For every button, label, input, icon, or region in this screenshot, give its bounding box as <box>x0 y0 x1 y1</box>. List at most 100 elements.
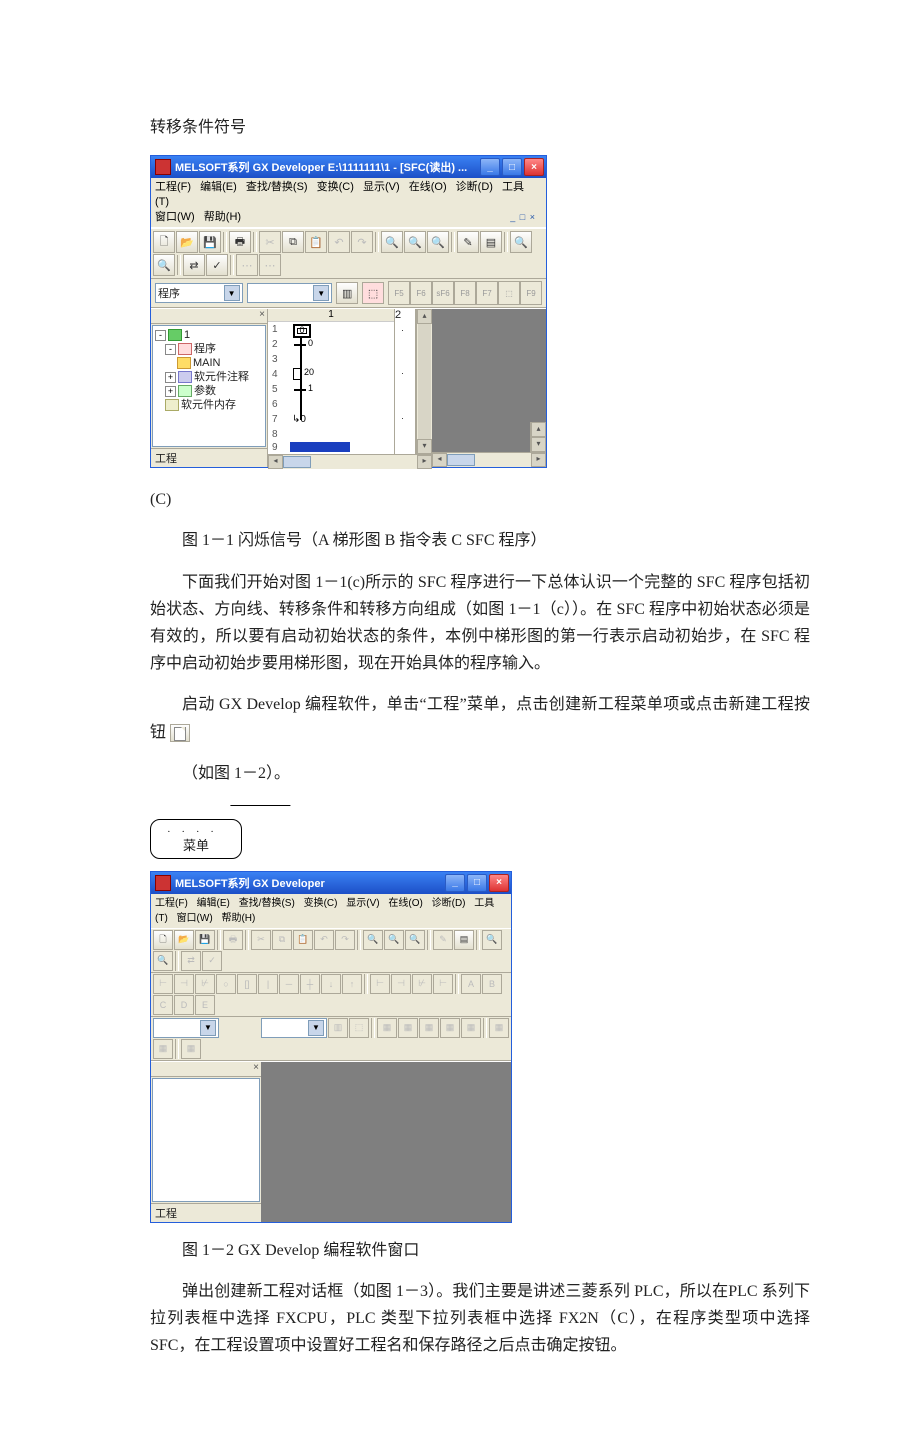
scroll-right-icon[interactable]: ▸ <box>531 453 546 467</box>
main-icon <box>177 357 191 369</box>
scroll-thumb[interactable] <box>283 456 311 468</box>
titlebar[interactable]: MELSOFT系列 GX Developer E:\1111111\1 - [S… <box>151 156 546 178</box>
project-tree-pane: × 工程 <box>151 1062 261 1222</box>
maximize-button[interactable]: □ <box>502 158 522 176</box>
sfc-button[interactable]: ⬚ <box>362 282 384 304</box>
print-button[interactable]: 🖶 <box>229 231 251 253</box>
hscrollbar-left[interactable]: ◂ ▸ <box>268 454 432 469</box>
fkey-f5[interactable]: F5 <box>388 281 410 305</box>
fkey-f9[interactable]: F9 <box>520 281 542 305</box>
ladder-button[interactable]: ▥ <box>336 282 358 304</box>
scroll-down-icon[interactable]: ▾ <box>531 437 546 452</box>
minimize-button[interactable]: _ <box>445 874 465 892</box>
scroll-down-icon[interactable]: ▾ <box>417 439 432 454</box>
zoom-button-1[interactable]: 🔍 <box>381 231 403 253</box>
vscrollbar-left[interactable]: ▴ ▾ <box>416 309 432 454</box>
hscrollbar-right[interactable]: ◂ ▸ <box>432 452 546 467</box>
menu-help[interactable]: 帮助(H) <box>221 913 255 924</box>
minimize-button[interactable]: _ <box>480 158 500 176</box>
tree-tab[interactable]: 工程 <box>151 448 267 467</box>
menu-view[interactable]: 显示(V) <box>346 898 379 909</box>
menu-project[interactable]: 工程(F) <box>155 898 188 909</box>
menu-edit[interactable]: 编辑(E) <box>200 181 237 193</box>
menu-diagnose[interactable]: 诊断(D) <box>456 181 493 193</box>
find-button[interactable]: 🔍 <box>510 231 532 253</box>
tb2-r: D <box>174 995 194 1015</box>
menu-project[interactable]: 工程(F) <box>155 181 191 193</box>
menu-find[interactable]: 查找/替换(S) <box>246 181 308 193</box>
chevron-down-icon: ▼ <box>224 285 240 301</box>
menu-window[interactable]: 窗口(W) <box>177 913 213 924</box>
scroll-thumb[interactable] <box>447 454 475 466</box>
maximize-button[interactable]: □ <box>467 874 487 892</box>
para-new-project-dialog: 弹出创建新工程对话框（如图 1－3）。我们主要是讲述三菱系列 PLC，所以在PL… <box>150 1278 810 1360</box>
sfc-jump[interactable]: ↳0 <box>292 414 306 425</box>
scroll-up-icon[interactable]: ▴ <box>417 309 432 324</box>
menu-online[interactable]: 在线(O) <box>388 898 422 909</box>
menu-convert[interactable]: 变换(C) <box>304 898 338 909</box>
para-fig-ref: （如图 1－2）。 <box>150 760 810 787</box>
fkey-f8[interactable]: F8 <box>454 281 476 305</box>
mdi-controls[interactable]: _ □ × <box>510 210 536 225</box>
scroll-left-icon[interactable]: ◂ <box>432 453 447 467</box>
zoom-button-2[interactable]: 🔍 <box>404 231 426 253</box>
fkey-sf7[interactable]: ⬚ <box>498 281 520 305</box>
monitor-mode-button[interactable]: ▤ <box>480 231 502 253</box>
tree-tab[interactable]: 工程 <box>151 1203 261 1222</box>
open-file-button[interactable]: 📂 <box>176 231 198 253</box>
menu-convert[interactable]: 变换(C) <box>317 181 354 193</box>
new-file-button[interactable]: 🗋 <box>153 231 175 253</box>
scroll-right-icon[interactable]: ▸ <box>417 455 432 469</box>
sfc-selection[interactable] <box>290 442 350 452</box>
undo-button[interactable]: ↶ <box>328 231 350 253</box>
menu-find[interactable]: 查找/替换(S) <box>239 898 295 909</box>
tree-close-button[interactable]: × <box>151 1062 261 1077</box>
vscrollbar-right[interactable]: ▴ ▾ <box>530 422 546 452</box>
edit-mode-button[interactable]: ✎ <box>457 231 479 253</box>
sfc-transition[interactable] <box>294 389 306 391</box>
tree-close-button[interactable]: × <box>151 309 267 324</box>
cut-button[interactable]: ✂ <box>259 231 281 253</box>
row-num: 4 <box>272 369 278 380</box>
copy-button: ⧉ <box>272 930 292 950</box>
sfc-editor[interactable]: 1 1 2 3 4 5 6 7 8 9 <box>267 309 546 467</box>
new-file-button[interactable]: 🗋 <box>153 930 173 950</box>
paste-button[interactable]: 📋 <box>305 231 327 253</box>
sfc-step[interactable] <box>293 368 301 380</box>
find2-button[interactable]: 🔍 <box>153 254 175 276</box>
menu-diagnose[interactable]: 诊断(D) <box>432 898 466 909</box>
monitor-mode[interactable]: ▤ <box>454 930 474 950</box>
zoom-button-3[interactable]: 🔍 <box>427 231 449 253</box>
menu-edit[interactable]: 编辑(E) <box>197 898 230 909</box>
menu-online[interactable]: 在线(O) <box>409 181 447 193</box>
sfc-transition[interactable] <box>294 344 306 346</box>
save-button[interactable]: 💾 <box>199 231 221 253</box>
menu-help[interactable]: 帮助(H) <box>204 211 241 223</box>
heading-transfer: 转移条件符号 <box>150 114 810 141</box>
chevron-down-icon: ▼ <box>200 1020 216 1036</box>
close-button[interactable]: × <box>489 874 509 892</box>
tb2-j: ↑ <box>342 974 362 994</box>
sfc-initial-step[interactable]: 0 <box>293 324 311 338</box>
menu-view[interactable]: 显示(V) <box>363 181 400 193</box>
scroll-left-icon[interactable]: ◂ <box>268 455 283 469</box>
titlebar[interactable]: MELSOFT系列 GX Developer _ □ × <box>151 872 511 894</box>
secondary-combo[interactable]: ▼ <box>247 283 333 303</box>
gx-developer-window-empty: MELSOFT系列 GX Developer _ □ × 工程(F) 编辑(E)… <box>150 871 512 1223</box>
fkey-f6[interactable]: F6 <box>410 281 432 305</box>
tb2-h: ┼ <box>300 974 320 994</box>
find1: 🔍 <box>482 930 502 950</box>
close-button[interactable]: × <box>524 158 544 176</box>
copy-button[interactable]: ⧉ <box>282 231 304 253</box>
transfer-button[interactable]: ⇄ <box>183 254 205 276</box>
project-tree[interactable]: -1 -程序 MAIN +软元件注释 +参数 软元件内存 <box>152 325 266 447</box>
figure-1-1-caption: 图 1－1 闪烁信号（A 梯形图 B 指令表 C SFC 程序） <box>182 527 810 554</box>
redo-button[interactable]: ↷ <box>351 231 373 253</box>
scroll-up-icon[interactable]: ▴ <box>531 422 546 437</box>
fkey-f7[interactable]: F7 <box>476 281 498 305</box>
menu-window[interactable]: 窗口(W) <box>155 211 195 223</box>
fkey-sf6[interactable]: sF6 <box>432 281 454 305</box>
open-file-button[interactable]: 📂 <box>174 930 194 950</box>
verify-button[interactable]: ✓ <box>206 254 228 276</box>
program-combo[interactable]: 程序 ▼ <box>155 283 243 303</box>
